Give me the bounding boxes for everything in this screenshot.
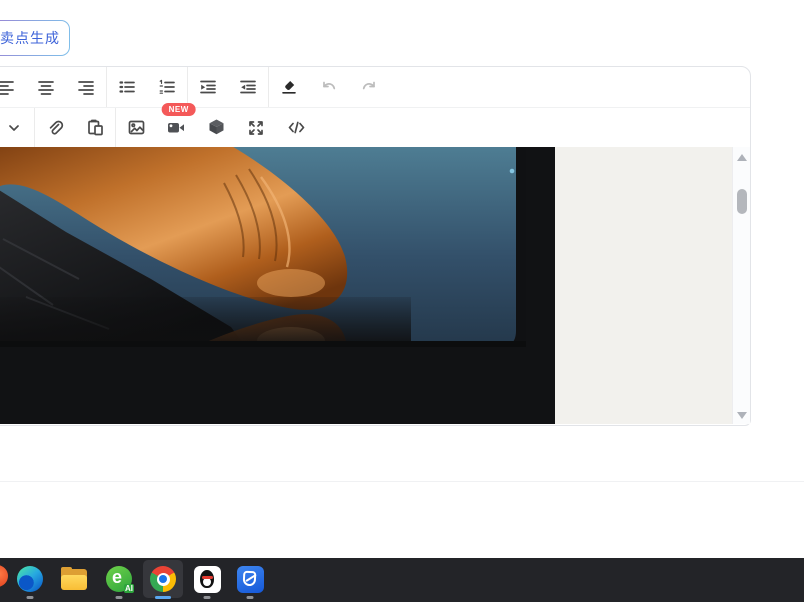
browser-360-glyph: e: [112, 567, 123, 587]
redo-icon[interactable]: [349, 67, 389, 107]
taskbar-edge-button[interactable]: [10, 560, 50, 599]
align-center-icon[interactable]: [26, 67, 66, 107]
scroll-up-arrow[interactable]: [736, 154, 747, 161]
indent-decrease-icon[interactable]: [228, 67, 268, 107]
browser-360-ai-icon: e AI: [106, 566, 134, 593]
pc-manager-icon: [236, 565, 264, 593]
product-photo: [0, 147, 526, 347]
scrollbar-thumb[interactable]: [737, 189, 747, 214]
clear-format-icon[interactable]: [269, 67, 309, 107]
selling-point-generate-button[interactable]: 卖点生成: [0, 21, 69, 55]
fullscreen-icon[interactable]: [236, 108, 276, 148]
running-indicator: [246, 596, 254, 599]
toolbar-row-1: [0, 67, 750, 107]
insert-video-icon[interactable]: NEW: [156, 102, 196, 148]
ordered-list-icon[interactable]: [147, 67, 187, 107]
taskbar-360-browser-button[interactable]: e AI: [99, 560, 139, 599]
windows-taskbar: e AI: [0, 558, 804, 602]
insert-3d-icon[interactable]: [196, 108, 236, 148]
align-right-icon[interactable]: [66, 67, 106, 107]
generate-button-border: 卖点生成: [0, 20, 70, 56]
taskbar-chrome-button[interactable]: [143, 560, 183, 599]
unordered-list-icon[interactable]: [107, 67, 147, 107]
indent-increase-icon[interactable]: [188, 67, 228, 107]
chrome-icon: [150, 566, 176, 592]
file-explorer-icon: [61, 566, 87, 590]
taskbar-pc-manager-button[interactable]: [230, 560, 270, 599]
taskbar-qq-button[interactable]: [187, 560, 227, 599]
align-left-icon[interactable]: [0, 67, 26, 107]
editor-content-area[interactable]: [0, 147, 750, 424]
attachment-icon[interactable]: [35, 108, 75, 148]
side-preview-panel: [555, 147, 732, 424]
running-indicator: [115, 596, 123, 599]
toolbar-row-2: NEW: [0, 102, 750, 148]
page-divider-line: [0, 481, 804, 482]
content-scrollbar[interactable]: [732, 147, 750, 424]
running-indicator: [26, 596, 34, 599]
running-indicator: [203, 596, 211, 599]
source-code-icon[interactable]: [276, 108, 316, 148]
qq-icon: [193, 565, 221, 593]
editor-panel: NEW: [0, 66, 751, 426]
taskbar-explorer-button[interactable]: [54, 560, 94, 598]
undo-icon[interactable]: [309, 67, 349, 107]
edge-icon: [17, 566, 43, 592]
paste-icon[interactable]: [75, 108, 115, 148]
clipped-red-app-icon[interactable]: [0, 565, 8, 587]
active-running-indicator: [155, 596, 171, 599]
embedded-image-background: [0, 147, 555, 424]
chevron-down-icon[interactable]: [0, 108, 34, 148]
insert-image-icon[interactable]: [116, 108, 156, 148]
new-badge: NEW: [161, 102, 196, 116]
scroll-down-arrow[interactable]: [736, 412, 747, 419]
ai-badge: AI: [124, 584, 134, 593]
